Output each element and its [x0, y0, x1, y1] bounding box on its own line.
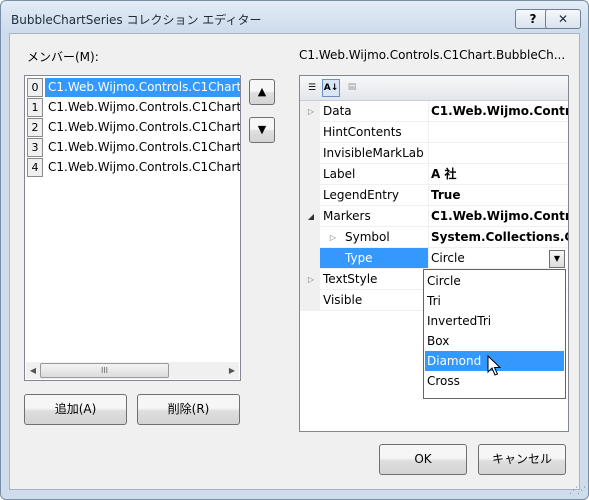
collapse-icon[interactable]: ◢	[306, 206, 316, 227]
property-pages-icon[interactable]: ▤	[343, 79, 361, 97]
properties-label: C1.Web.Wijmo.Controls.C1Chart.BubbleCh..…	[299, 48, 566, 62]
dropdown-option[interactable]: Circle	[425, 271, 564, 291]
dropdown-option[interactable]: Box	[425, 331, 564, 351]
property-name: Label	[320, 164, 428, 185]
property-name: TextStyle	[320, 269, 428, 290]
member-text: C1.Web.Wijmo.Controls.C1Chart.	[48, 160, 240, 174]
property-value	[428, 143, 568, 164]
member-item[interactable]: 1 C1.Web.Wijmo.Controls.C1Chart.	[27, 98, 240, 117]
property-row[interactable]: ▷ Symbol System.Collections.Ge	[300, 227, 568, 248]
member-index: 2	[27, 118, 43, 137]
property-value: True	[428, 185, 568, 206]
property-row[interactable]: ◢ Markers C1.Web.Wijmo.Contro	[300, 206, 568, 227]
chevron-down-icon: ▼	[553, 254, 561, 263]
type-dropdown-list[interactable]: Circle Tri InvertedTri Box Diamond Cross	[423, 269, 566, 399]
mouse-cursor-icon	[487, 355, 501, 376]
type-dropdown-button[interactable]: ▼	[549, 250, 565, 268]
property-name: LegendEntry	[320, 185, 428, 206]
dropdown-option[interactable]: InvertedTri	[425, 311, 564, 331]
property-name: Visible	[320, 290, 428, 311]
members-label: メンバー(M):	[27, 50, 99, 64]
property-row[interactable]: ▷ Data C1.Web.Wijmo.Contro	[300, 101, 568, 122]
property-row[interactable]: LegendEntry True	[300, 185, 568, 206]
members-listbox[interactable]: 0 C1.Web.Wijmo.Controls.C1Chart. 1 C1.We…	[24, 75, 241, 381]
close-button[interactable]: ✕	[545, 9, 581, 29]
member-item[interactable]: 2 C1.Web.Wijmo.Controls.C1Chart.	[27, 118, 240, 137]
arrow-up-icon: ▲	[257, 85, 267, 98]
property-value: C1.Web.Wijmo.Contro	[428, 206, 568, 227]
member-item[interactable]: 4 C1.Web.Wijmo.Controls.C1Chart.	[27, 158, 240, 177]
property-value: C1.Web.Wijmo.Contro	[428, 101, 568, 122]
member-text: C1.Web.Wijmo.Controls.C1Chart.	[48, 120, 240, 134]
property-name: InvisibleMarkLab	[320, 143, 428, 164]
dropdown-option[interactable]: Tri	[425, 291, 564, 311]
member-item[interactable]: 0 C1.Web.Wijmo.Controls.C1Chart.	[27, 78, 240, 97]
arrow-down-icon: ▼	[257, 123, 267, 136]
member-text: C1.Web.Wijmo.Controls.C1Chart.	[45, 78, 240, 97]
property-row[interactable]: InvisibleMarkLab	[300, 143, 568, 164]
property-name: Data	[320, 101, 428, 122]
property-value: A 社	[428, 164, 568, 185]
cancel-button[interactable]: キャンセル	[478, 444, 566, 475]
resize-grip-icon[interactable]: ⋰⋰	[569, 486, 586, 496]
title-bar[interactable]: BubbleChartSeries コレクション エディター ? ✕	[1, 1, 588, 35]
member-text: C1.Web.Wijmo.Controls.C1Chart.	[48, 100, 240, 114]
collection-editor-window: BubbleChartSeries コレクション エディター ? ✕ メンバー(…	[0, 0, 589, 500]
property-row[interactable]: HintContents	[300, 122, 568, 143]
scroll-left-arrow-icon[interactable]: ◀	[26, 364, 40, 377]
move-up-button[interactable]: ▲	[249, 79, 275, 105]
dialog-body: メンバー(M): 0 C1.Web.Wijmo.Controls.C1Chart…	[9, 33, 580, 490]
member-index: 3	[27, 138, 43, 157]
property-value	[428, 122, 568, 143]
property-name: HintContents	[320, 122, 428, 143]
remove-button[interactable]: 削除(R)	[137, 394, 240, 425]
property-name: Symbol	[320, 227, 428, 248]
property-grid-toolbar: ☰ A↓ ▤	[300, 76, 568, 101]
alphabetical-sort-icon[interactable]: A↓	[322, 79, 340, 97]
property-row-selected[interactable]: Type Circle	[300, 248, 568, 269]
expand-icon[interactable]: ▷	[306, 269, 316, 290]
expand-icon[interactable]: ▷	[306, 101, 316, 122]
type-combobox[interactable]: Circle	[428, 248, 550, 269]
scroll-thumb[interactable]: III	[40, 363, 169, 378]
horizontal-scrollbar[interactable]: ◀ III ▶	[26, 362, 239, 379]
window-title: BubbleChartSeries コレクション エディター	[11, 13, 262, 27]
member-index: 0	[27, 78, 43, 97]
property-row[interactable]: Label A 社	[300, 164, 568, 185]
property-value: System.Collections.Ge	[428, 227, 568, 248]
categorized-view-icon[interactable]: ☰	[303, 79, 321, 97]
ok-button[interactable]: OK	[379, 444, 467, 475]
move-down-button[interactable]: ▼	[249, 117, 275, 143]
member-index: 4	[27, 158, 43, 177]
member-index: 1	[27, 98, 43, 117]
member-text: C1.Web.Wijmo.Controls.C1Chart.	[48, 140, 240, 154]
property-name: Markers	[320, 206, 428, 227]
add-button[interactable]: 追加(A)	[24, 394, 127, 425]
scroll-right-arrow-icon[interactable]: ▶	[225, 364, 239, 377]
property-name: Type	[320, 248, 428, 269]
member-item[interactable]: 3 C1.Web.Wijmo.Controls.C1Chart.	[27, 138, 240, 157]
